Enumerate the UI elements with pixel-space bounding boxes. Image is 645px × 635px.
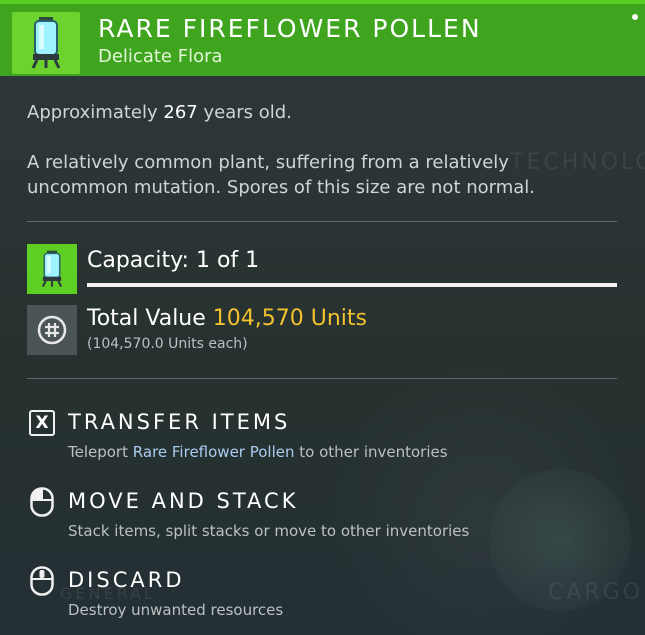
transfer-hint-prefix: Teleport xyxy=(68,443,128,461)
mouse-left-click-icon xyxy=(27,487,57,517)
notification-dot xyxy=(632,14,638,20)
item-title: RARE FIREFLOWER POLLEN xyxy=(98,14,482,43)
mouse-middle-click-icon xyxy=(27,566,57,596)
total-value: Total Value 104,570 Units xyxy=(87,306,367,331)
age-prefix: Approximately xyxy=(27,102,158,123)
divider xyxy=(27,378,617,379)
total-value-label: Total Value xyxy=(87,306,206,331)
capacity-label: Capacity: 1 of 1 xyxy=(87,248,260,273)
discard-hint: Destroy unwanted resources xyxy=(68,601,284,619)
value-icon-tile xyxy=(27,305,77,355)
move-and-stack-label: MOVE AND STACK xyxy=(68,489,299,513)
item-header: RARE FIREFLOWER POLLEN Delicate Flora xyxy=(0,0,645,76)
transfer-items-hint: Teleport Rare Fireflower Pollen to other… xyxy=(68,443,448,461)
capacity-icon-tile xyxy=(27,244,77,294)
value-per-unit: (104,570.0 Units each) xyxy=(87,336,248,352)
transfer-hint-item: Rare Fireflower Pollen xyxy=(132,443,295,461)
header-accent-bar xyxy=(0,0,645,4)
total-value-amount: 104,570 Units xyxy=(212,306,368,331)
move-and-stack-action[interactable]: MOVE AND STACK Stack items, split stacks… xyxy=(27,485,617,543)
fireflower-pollen-canister-icon xyxy=(41,250,63,288)
fireflower-pollen-canister-icon xyxy=(31,17,61,69)
x-key-glyph: X xyxy=(29,410,55,436)
age-suffix: years old. xyxy=(203,102,292,123)
item-category: Delicate Flora xyxy=(98,46,223,67)
item-age: Approximately 267 years old. xyxy=(27,102,292,123)
transfer-items-action[interactable]: X TRANSFER ITEMS Teleport Rare Fireflowe… xyxy=(27,406,617,464)
age-value: 267 xyxy=(163,102,198,123)
capacity-bar xyxy=(87,283,617,287)
divider xyxy=(27,221,617,222)
transfer-items-label: TRANSFER ITEMS xyxy=(68,410,291,434)
x-key-icon: X xyxy=(27,408,57,438)
discard-label: DISCARD xyxy=(68,568,185,592)
item-description: A relatively common plant, suffering fro… xyxy=(27,152,536,198)
discard-action[interactable]: DISCARD Destroy unwanted resources xyxy=(27,564,617,622)
item-icon-tile xyxy=(12,12,80,74)
move-and-stack-hint: Stack items, split stacks or move to oth… xyxy=(68,522,470,540)
transfer-hint-suffix: to other inventories xyxy=(299,443,448,461)
units-currency-icon xyxy=(37,315,67,345)
